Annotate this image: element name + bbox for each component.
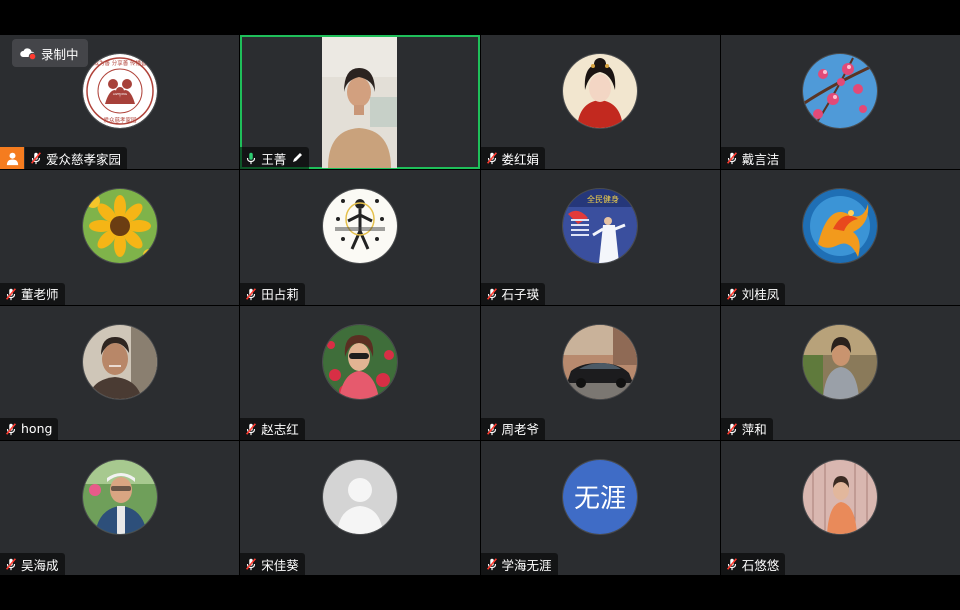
participant-name-tag: hong: [0, 417, 59, 440]
participant-name-tag: 周老爷: [480, 417, 546, 440]
participant-tile-7[interactable]: 刘桂凤: [720, 170, 960, 305]
participant-name: 王菁: [261, 151, 287, 167]
mic-muted-icon: [6, 287, 16, 300]
participant-name: 吴海成: [21, 557, 59, 573]
mic-muted-icon: [486, 422, 497, 435]
mic-active-icon: [247, 153, 256, 165]
mic-muted-icon: [486, 152, 497, 165]
host-icon: [0, 147, 24, 170]
participant-name-tag: 娄红娟: [480, 147, 546, 170]
participant-name-tag: 王菁: [240, 147, 310, 170]
participant-name: 赵志红: [261, 422, 299, 438]
mic-muted-icon: [486, 558, 497, 571]
mic-muted-icon: [246, 422, 257, 435]
participant-name: hong: [21, 421, 53, 437]
participant-tile-11[interactable]: 萍和: [720, 305, 960, 440]
pencil-icon[interactable]: [291, 152, 303, 164]
participant-name-tag: 石悠悠: [720, 553, 786, 575]
participant-tile-6[interactable]: 全民健身 石子瑛: [480, 170, 720, 305]
participant-name: 爱众慈孝家园: [46, 151, 122, 167]
participant-tile-14[interactable]: 无涯 学海无涯: [480, 440, 720, 575]
mic-muted-icon: [246, 558, 257, 571]
man-photo-avatar: [82, 324, 157, 399]
svg-text:AIZHONG: AIZHONG: [113, 92, 128, 96]
participant-name: 戴言洁: [741, 151, 780, 167]
camera-video: [322, 37, 398, 168]
mic-muted-icon: [726, 152, 737, 165]
participant-name: 周老爷: [501, 422, 540, 438]
participant-name: 石悠悠: [741, 557, 780, 573]
participant-tile-8[interactable]: hong: [0, 305, 240, 440]
participant-tile-1[interactable]: 王菁: [240, 35, 480, 170]
participant-name-tag: 宋佳葵: [240, 553, 305, 575]
participant-tile-5[interactable]: 田占莉: [240, 170, 480, 305]
participant-tile-15[interactable]: 石悠悠: [720, 440, 960, 575]
recording-label: 录制中: [41, 46, 79, 62]
participant-tile-10[interactable]: 周老爷: [480, 305, 720, 440]
logo-badge-avatar: AIZHONG 成为善 分享善 传播善 爱众慈孝家园: [82, 54, 157, 128]
participant-tile-3[interactable]: 戴言洁: [720, 35, 960, 170]
mic-muted-icon: [6, 558, 16, 571]
child-photo-avatar: [803, 459, 878, 534]
participant-name: 董老师: [21, 287, 59, 302]
costume-portrait-avatar: [563, 54, 638, 128]
svg-text:成为善 分享善 传播善: 成为善 分享善 传播善: [93, 59, 146, 67]
phoenix-avatar: [803, 189, 878, 264]
participant-name-tag: 董老师: [0, 282, 65, 305]
participant-name-tag: 萍和: [720, 417, 773, 440]
text-avatar: 无涯: [563, 459, 638, 534]
participant-name-tag: 吴海成: [0, 553, 65, 575]
car-avatar: [563, 324, 638, 399]
participant-name-tag: 爱众慈孝家园: [25, 147, 128, 170]
svg-text:全民健身: 全民健身: [587, 194, 619, 204]
recording-indicator[interactable]: 录制中: [12, 39, 88, 67]
cloud-record-icon: [20, 48, 37, 60]
mic-muted-icon: [726, 287, 737, 300]
participant-tile-9[interactable]: 赵志红: [240, 305, 480, 440]
mic-muted-icon: [6, 422, 16, 435]
woman-flowers-avatar: [322, 324, 397, 399]
mic-muted-icon: [486, 287, 497, 300]
woman-outdoor-avatar: [803, 324, 878, 399]
taiji-figure-avatar: [322, 189, 397, 264]
participant-name-tag: 刘桂凤: [720, 282, 786, 305]
participant-tile-12[interactable]: 吴海成: [0, 440, 240, 575]
participant-name: 田占莉: [261, 287, 299, 302]
participant-name: 学海无涯: [501, 557, 552, 573]
participant-name-tag: 田占莉: [240, 282, 305, 305]
participant-name: 石子瑛: [501, 287, 540, 302]
mic-muted-icon: [726, 558, 737, 571]
taichi-banner-avatar: 全民健身: [563, 189, 638, 264]
participant-tile-13[interactable]: 宋佳葵: [240, 440, 480, 575]
mic-muted-icon: [31, 152, 41, 165]
mic-muted-icon: [726, 422, 737, 435]
participant-name-tag: 学海无涯: [480, 553, 558, 575]
participant-name-tag: 戴言洁: [720, 147, 786, 170]
default-person-avatar: [322, 459, 397, 534]
participant-name: 刘桂凤: [741, 287, 780, 302]
svg-text:爱众慈孝家园: 爱众慈孝家园: [103, 116, 137, 124]
participant-name: 萍和: [741, 422, 767, 438]
blossom-avatar: [803, 54, 878, 128]
participant-name: 娄红娟: [501, 151, 540, 167]
participant-name-tag: 石子瑛: [480, 282, 546, 305]
elder-man-avatar: [82, 459, 157, 534]
participant-tile-2[interactable]: 娄红娟: [480, 35, 720, 170]
participant-name-tag: 赵志红: [240, 417, 305, 440]
svg-text:无涯: 无涯: [574, 484, 626, 514]
video-grid: AIZHONG 成为善 分享善 传播善 爱众慈孝家园 爱众慈孝家园 王菁 娄红娟…: [0, 35, 960, 575]
participant-tile-4[interactable]: 董老师: [0, 170, 240, 305]
participant-name: 宋佳葵: [261, 557, 299, 573]
mic-muted-icon: [246, 287, 257, 300]
sunflower-avatar: [82, 189, 157, 264]
